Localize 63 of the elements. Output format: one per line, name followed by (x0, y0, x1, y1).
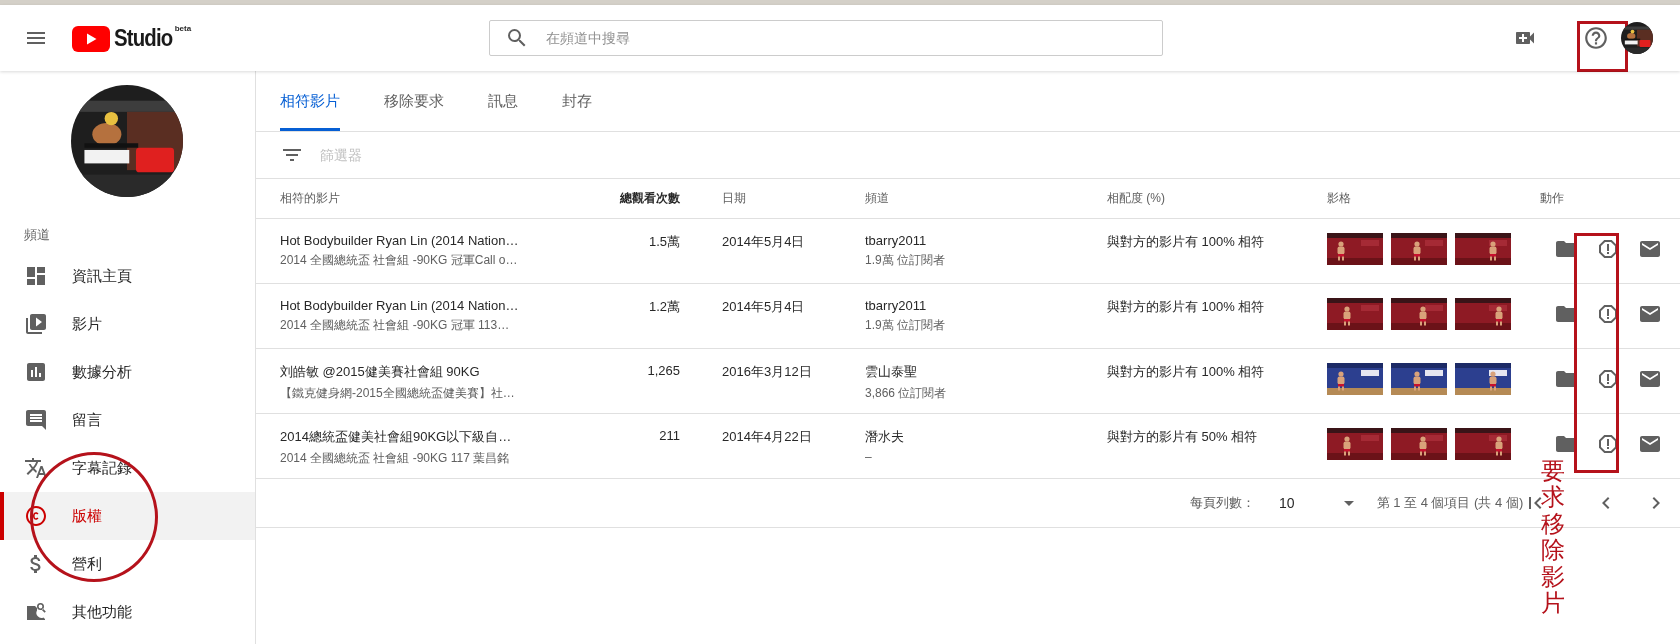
translate-icon (24, 456, 48, 480)
tab[interactable]: 移除要求 (384, 71, 444, 131)
match-text: 與對方的影片有 100% 相符 (1107, 298, 1266, 316)
annotation-rectangle (1577, 21, 1628, 72)
sidebar-item[interactable]: 其他功能 (0, 588, 255, 636)
view-count: 1.2萬 (647, 298, 680, 316)
view-count: 1.5萬 (647, 233, 680, 251)
comment-icon (24, 408, 48, 432)
beta-label: beta (174, 24, 192, 33)
subscriber-count: 1.9萬 位訂閱者 (865, 317, 946, 334)
column-header: 頻道 (865, 190, 889, 207)
video-title[interactable]: Hot Bodybuilder Ryan Lin (2014 Nation… (280, 298, 580, 313)
tab[interactable]: 封存 (562, 71, 592, 131)
channel-name[interactable]: 潛水夫 (865, 428, 1107, 446)
sidebar-item[interactable]: 版權 (0, 492, 255, 540)
dashboard-icon (24, 264, 48, 288)
section-label: 頻道 (24, 226, 51, 244)
help-icon[interactable] (1583, 25, 1609, 51)
column-header: 動作 (1540, 190, 1564, 207)
channel-name[interactable]: tbarry2011 (865, 233, 1107, 248)
match-text: 與對方的影片有 100% 相符 (1107, 363, 1266, 381)
video-title[interactable]: 2014總統盃健美社會組90KG以下級自… (280, 428, 580, 446)
sidebar-item[interactable]: 留言 (0, 396, 255, 444)
video-title[interactable]: Hot Bodybuilder Ryan Lin (2014 Nation… (280, 233, 580, 248)
channel-name[interactable]: 雲山泰聖 (865, 363, 1107, 381)
column-header: 相符的影片 (280, 190, 340, 207)
sidebar-item[interactable]: 數據分析 (0, 348, 255, 396)
sidebar-item[interactable]: 影片 (0, 300, 255, 348)
date-text: 2016年3月12日 (722, 363, 813, 381)
bar-chart-icon (24, 360, 48, 384)
subscriber-count: – (865, 450, 873, 464)
column-header: 影格 (1327, 190, 1351, 207)
logo-text: Studio (114, 24, 173, 52)
video-description: 2014 全國總統盃 社會組 -90KG 冠軍Call o… (280, 252, 519, 269)
video-description: 2014 全國總統盃 社會組 -90KG 117 葉昌銘 (280, 450, 511, 467)
video-description: 【鐵克健身網-2015全國總統盃健美賽】社… (280, 385, 516, 402)
page-range: 第 1 至 4 個項目 (共 4 個) (1376, 494, 1524, 512)
subscriber-count: 3,866 位訂閱者 (865, 385, 948, 402)
date-text: 2014年5月4日 (722, 298, 806, 316)
date-text: 2014年4月22日 (722, 428, 813, 446)
rows-per-page-value[interactable]: 10 (1279, 495, 1295, 511)
match-text: 與對方的影片有 100% 相符 (1107, 233, 1266, 251)
column-header[interactable]: 總觀看次數 (620, 190, 680, 207)
match-text: 與對方的影片有 50% 相符 (1107, 428, 1259, 446)
annotation-note: 要求移除影片 (1541, 458, 1565, 617)
rows-per-page-label: 每頁列數： (1190, 494, 1255, 512)
view-count: 211 (658, 428, 680, 443)
search-field[interactable]: 在頻道中搜尋 (489, 20, 1164, 56)
video-library-icon (24, 312, 48, 336)
view-count: 1,265 (646, 363, 680, 378)
date-text: 2014年5月4日 (722, 233, 806, 251)
channel-name[interactable]: tbarry2011 (865, 298, 1107, 313)
subscriber-count: 1.9萬 位訂閱者 (865, 252, 946, 269)
tab[interactable]: 訊息 (488, 71, 518, 131)
tab[interactable]: 相符影片 (280, 71, 340, 131)
copyright-icon (24, 504, 48, 528)
sidebar-item[interactable]: 資訊主頁 (0, 252, 255, 300)
play-logo-icon[interactable] (72, 26, 110, 52)
video-title[interactable]: 刘皓敏 @2015健美賽社會組 90KG (280, 363, 580, 381)
sidebar-item[interactable]: 營利 (0, 540, 255, 588)
column-header: 日期 (722, 190, 746, 207)
video-description: 2014 全國總統盃 社會組 -90KG 冠軍 113… (280, 317, 511, 334)
column-header: 相配度 (%) (1107, 190, 1165, 207)
